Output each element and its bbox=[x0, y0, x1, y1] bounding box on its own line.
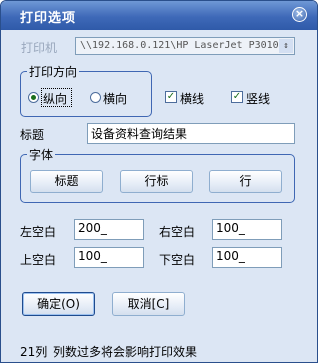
row-header-font-button[interactable]: 行标 bbox=[120, 170, 193, 193]
landscape-label[interactable]: 横向 bbox=[103, 90, 127, 107]
hline-label[interactable]: 横线 bbox=[180, 90, 204, 107]
check-icon: ✓ bbox=[232, 91, 242, 102]
dropdown-arrow-icon[interactable]: ⇕ bbox=[279, 39, 293, 53]
title-font-button[interactable]: 标题 bbox=[30, 170, 103, 193]
bottom-margin-value: 100_ bbox=[216, 249, 245, 263]
right-margin-label: 右空白 bbox=[159, 225, 196, 239]
printer-select[interactable]: \\192.168.0.121\HP LaserJet P3010 ⇕ bbox=[75, 37, 295, 55]
left-margin-input[interactable]: 200_ bbox=[74, 219, 144, 240]
portrait-radio[interactable] bbox=[28, 92, 39, 103]
close-button[interactable]: × bbox=[292, 7, 307, 22]
column-count: 21列 bbox=[20, 345, 48, 359]
check-icon: ✓ bbox=[166, 91, 176, 102]
hline-checkbox[interactable]: ✓ bbox=[165, 91, 177, 103]
bottom-margin-input[interactable]: 100_ bbox=[212, 247, 282, 268]
font-group-title: 字体 bbox=[27, 146, 56, 163]
printer-value: \\192.168.0.121\HP LaserJet P3010 bbox=[80, 40, 279, 51]
vline-checkbox[interactable]: ✓ bbox=[231, 91, 243, 103]
bottom-margin-label: 下空白 bbox=[159, 253, 196, 267]
top-margin-value: 100_ bbox=[78, 249, 107, 263]
right-margin-input[interactable]: 100_ bbox=[212, 219, 282, 240]
vline-label[interactable]: 竖线 bbox=[246, 90, 270, 107]
left-margin-label: 左空白 bbox=[20, 225, 57, 239]
orientation-group: 打印方向 bbox=[20, 63, 152, 117]
title-label: 标题 bbox=[20, 128, 45, 142]
top-margin-label: 上空白 bbox=[20, 253, 57, 267]
right-margin-value: 100_ bbox=[216, 221, 245, 235]
top-margin-input[interactable]: 100_ bbox=[74, 247, 144, 268]
dialog-title: 打印选项 bbox=[20, 11, 77, 26]
ok-button[interactable]: 确定(O) bbox=[22, 292, 95, 316]
printer-label: 打印机 bbox=[21, 41, 58, 55]
landscape-radio[interactable] bbox=[90, 92, 101, 103]
title-bar[interactable]: 打印选项 × bbox=[1, 1, 317, 30]
title-input[interactable]: 设备资料查询结果 bbox=[87, 123, 295, 144]
title-input-value: 设备资料查询结果 bbox=[91, 127, 188, 141]
status-message: 列数过多将会影响打印效果 bbox=[53, 345, 198, 359]
left-margin-value: 200_ bbox=[78, 221, 107, 235]
close-icon: × bbox=[294, 7, 305, 20]
cancel-button[interactable]: 取消[C] bbox=[112, 292, 185, 316]
row-font-button[interactable]: 行 bbox=[209, 170, 282, 193]
print-options-dialog: 打印选项 × 打印机 \\192.168.0.121\HP LaserJet P… bbox=[0, 0, 318, 363]
orientation-group-title: 打印方向 bbox=[27, 63, 80, 80]
portrait-label[interactable]: 纵向 bbox=[43, 90, 67, 107]
